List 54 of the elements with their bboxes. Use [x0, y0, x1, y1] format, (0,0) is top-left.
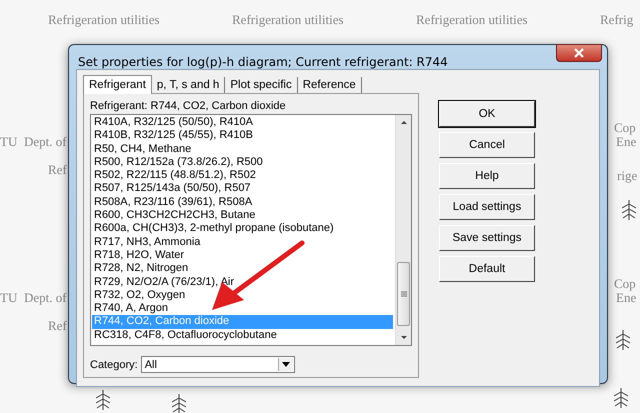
dialog-button[interactable]: Load settings [439, 194, 535, 220]
desktop-label: Dept. of [24, 290, 67, 306]
list-item[interactable]: R600a, CH(CH3)3, 2-methyl propane (isobutane) [92, 222, 393, 236]
fern-icon [616, 330, 630, 350]
list-item[interactable]: R410B, R32/125 (45/55), R410B [92, 129, 393, 143]
desktop-label: Cop [614, 120, 636, 136]
desktop-label: Ene [616, 134, 636, 150]
desktop-label: Cop [614, 276, 636, 292]
fern-icon [622, 200, 636, 220]
desktop-label: TU [0, 290, 18, 306]
desktop-label: Ref [48, 318, 67, 334]
list-item[interactable]: R740, A, Argon [92, 302, 393, 316]
scrollbar[interactable] [395, 115, 411, 345]
list-item[interactable]: R717, NH3, Ammonia [92, 236, 393, 249]
category-dropdown[interactable]: All [140, 356, 295, 373]
refrigerant-label: Refrigerant: R744, CO2, Carbon dioxide [90, 100, 287, 112]
desktop-label: Dept. of [24, 134, 67, 150]
list-item[interactable]: R50, CH4, Methane [92, 142, 393, 156]
desktop-label: TU [0, 134, 18, 150]
list-item[interactable]: RC318, C4F8, Octafluorocyclobutane [92, 328, 393, 342]
desktop-label: Refrigeration utilities [416, 12, 528, 28]
list-item[interactable]: R500, R12/152a (73.8/26.2), R500 [92, 156, 393, 170]
fern-icon [96, 390, 110, 410]
dialog-button[interactable]: Help [439, 163, 535, 189]
list-item[interactable]: R729, N2/O2/A (76/23/1), Air [92, 276, 393, 289]
desktop-label: Ene [616, 290, 636, 306]
desktop-label: rige [617, 168, 638, 184]
fern-icon [614, 388, 628, 408]
tab[interactable]: Reference [298, 77, 362, 93]
list-item[interactable]: R508A, R23/116 (39/61), R508A [92, 196, 393, 210]
list-item[interactable]: R410A, R32/125 (50/50), R410A [92, 116, 393, 130]
list-item[interactable]: R718, H2O, Water [92, 248, 393, 262]
list-item[interactable]: R732, O2, Oxygen [92, 288, 393, 302]
category-label: Category: [90, 358, 138, 370]
dropdown-arrow-icon [282, 362, 290, 367]
window-title: Set properties for log(p)-h diagram; Current refrigerant: R744 [78, 55, 448, 69]
dialog-button[interactable]: Cancel [439, 132, 535, 158]
desktop-label: Ref [48, 162, 67, 178]
desktop-label: Refrigeration utilities [48, 12, 160, 28]
list-item[interactable]: R728, N2, Nitrogen [92, 262, 393, 276]
tab[interactable]: Refrigerant [83, 75, 152, 94]
list-item[interactable]: R502, R22/115 (48.8/51.2), R502 [92, 169, 393, 182]
list-item[interactable]: R600, CH3CH2CH2CH3, Butane [92, 209, 393, 222]
close-button[interactable] [556, 44, 602, 62]
refrigerant-list[interactable] [90, 114, 412, 346]
dialog-button[interactable]: OK [439, 101, 535, 127]
desktop-label: Refrig [600, 12, 634, 28]
list-item[interactable]: R507, R125/143a (50/50), R507 [92, 182, 393, 196]
fern-icon [172, 394, 186, 413]
dialog-button[interactable]: Default [439, 256, 535, 282]
dialog-button[interactable]: Save settings [439, 225, 535, 251]
desktop-label: Refrigeration utilities [232, 12, 344, 28]
close-icon [573, 48, 585, 58]
scroll-thumb[interactable] [397, 262, 410, 326]
